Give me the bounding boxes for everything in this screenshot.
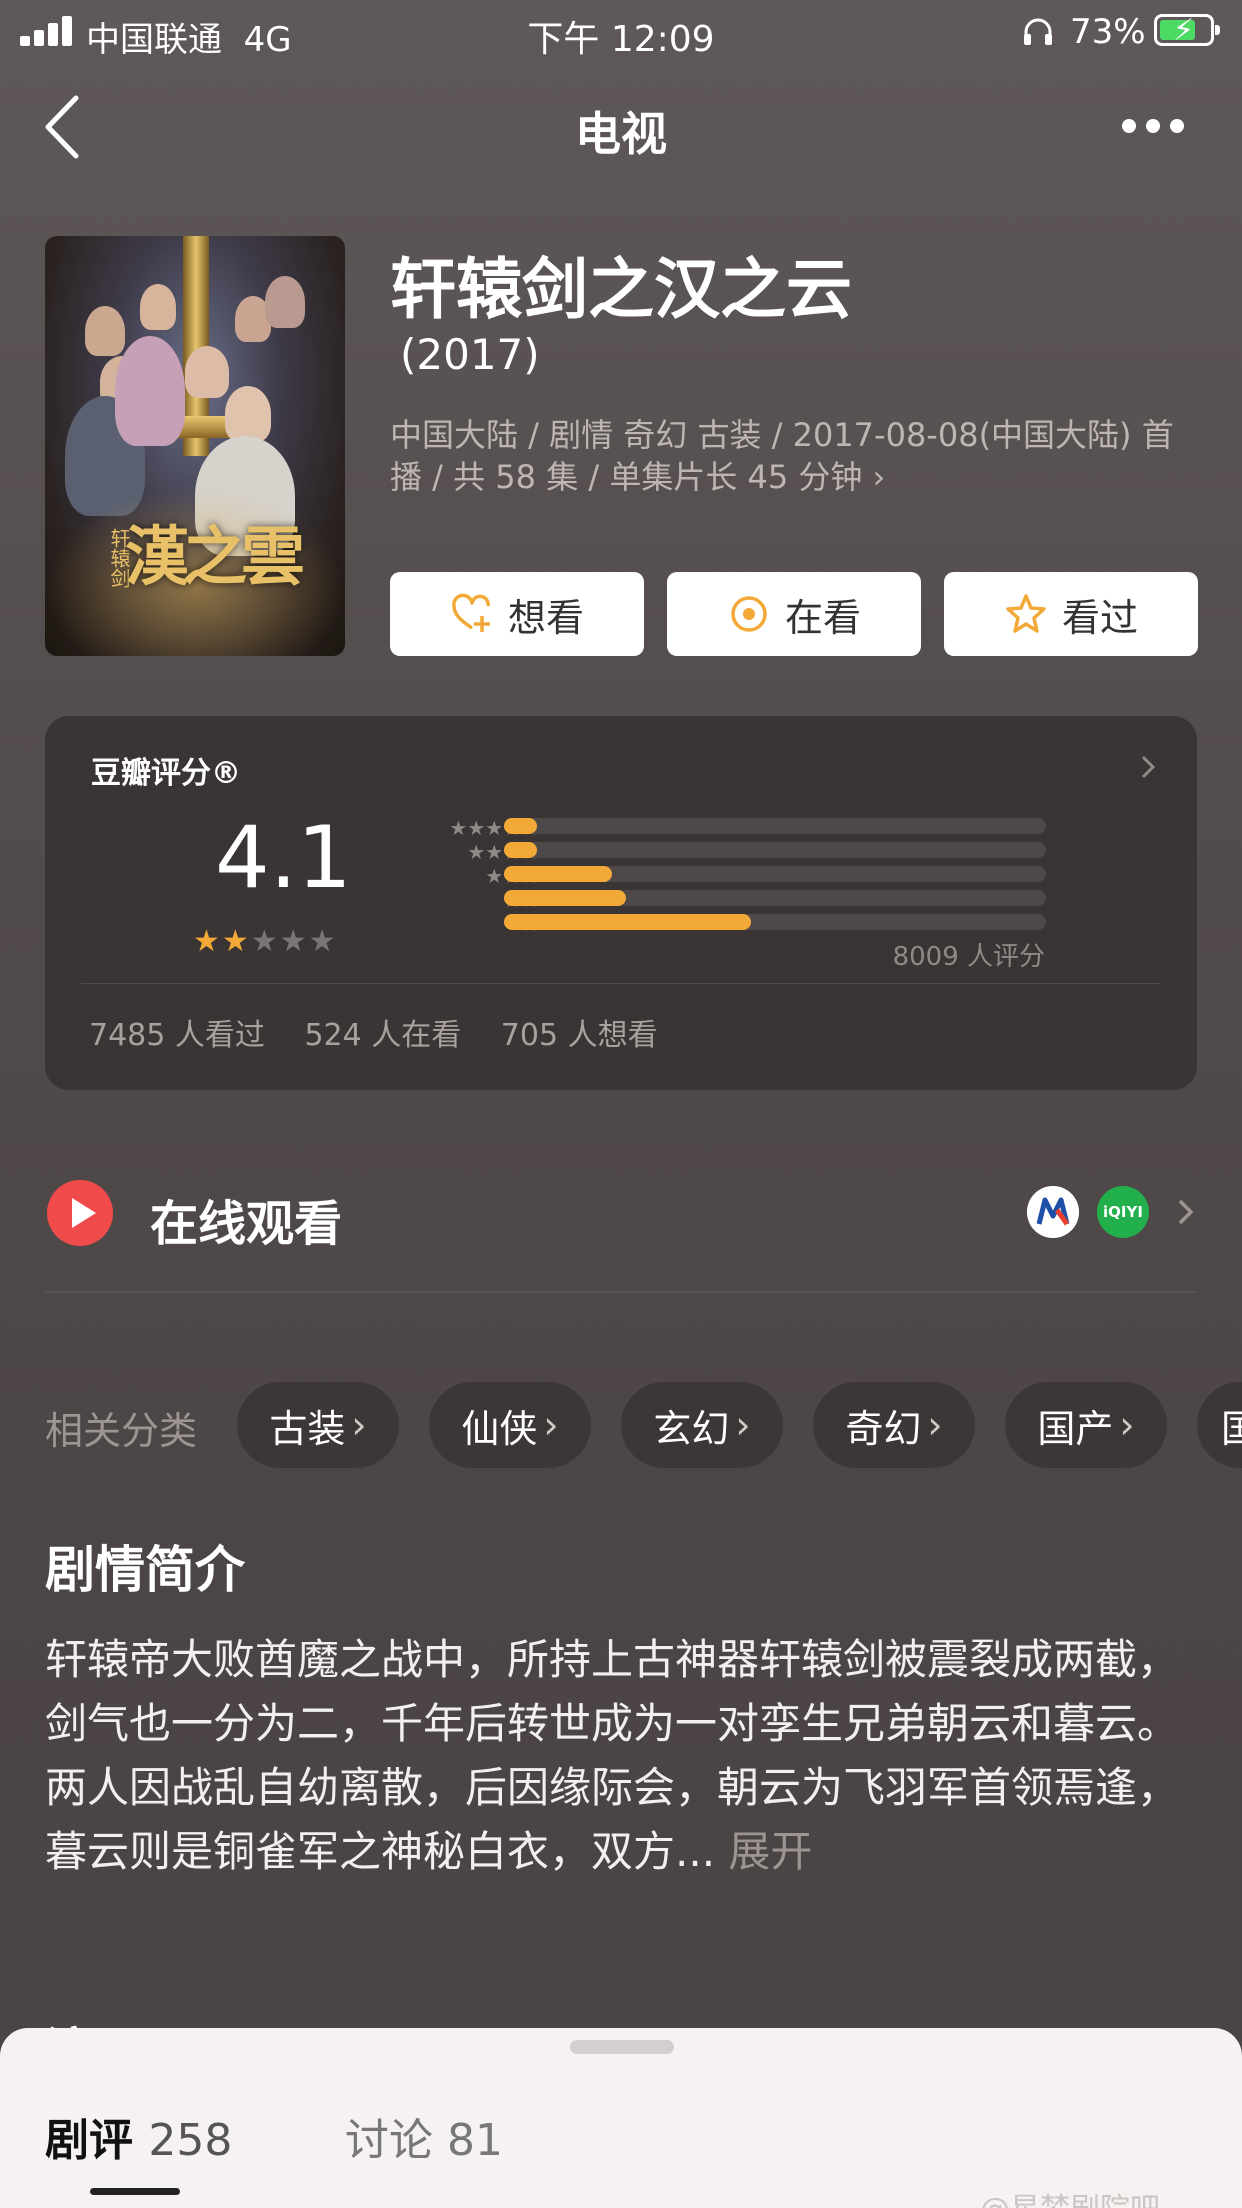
category-chip-qihuan[interactable]: 奇幻 › — [813, 1382, 975, 1468]
watching-button[interactable]: 在看 — [667, 572, 921, 656]
watched-button[interactable]: 看过 — [944, 572, 1198, 656]
dist-bar-1 — [504, 914, 1046, 930]
watched-label: 看过 — [1061, 595, 1138, 640]
dist-bar-5 — [504, 818, 1046, 834]
show-title: 轩辕剑之汉之云 — [390, 251, 852, 328]
show-year: (2017) — [400, 330, 540, 379]
headphone-icon — [1024, 18, 1052, 45]
play-icon — [47, 1180, 113, 1246]
battery-icon: ⚡ — [1154, 13, 1220, 48]
category-chip-guzhuang[interactable]: 古装 › — [237, 1382, 399, 1468]
watched-count: 7485 人看过 — [89, 1018, 265, 1053]
rating-title: 豆瓣评分® — [91, 756, 241, 791]
want-button[interactable]: 想看 — [390, 572, 644, 656]
category-chip-partial[interactable]: 国 — [1197, 1382, 1242, 1468]
poster-image[interactable]: 轩辕剑 漢之雲 — [45, 236, 345, 656]
tab-reviews[interactable]: 剧评 258 — [45, 2104, 232, 2168]
star-filled-icon: ★ — [193, 924, 222, 959]
star-icon — [1006, 594, 1046, 633]
categories-label: 相关分类 — [45, 1409, 198, 1453]
sheet-drag-handle[interactable] — [570, 2040, 674, 2054]
want-label: 想看 — [507, 595, 584, 640]
page-title: 电视 — [575, 107, 667, 161]
chevron-right-icon — [1141, 755, 1156, 779]
watching-icon — [731, 596, 767, 632]
dist-bar-3 — [504, 866, 1046, 882]
expand-link[interactable]: 展开 — [728, 1827, 812, 1876]
watermark: @星梦剧院吧 — [980, 2184, 1160, 2208]
bottom-sheet[interactable]: 剧评 258 讨论 81 @星梦剧院吧 — [0, 2028, 1242, 2208]
rating-count: 8009 人评分 — [892, 942, 1045, 972]
poster-title: 漢之雲 — [125, 520, 305, 595]
rating-card[interactable]: 豆瓣评分® 4.1 ★★★★★ ★★★★★ ★★★★ ★★★ ★★ ★ 8009… — [45, 716, 1197, 1090]
status-time: 下午 12:09 — [527, 19, 715, 60]
mgtv-icon[interactable] — [1027, 1186, 1079, 1238]
tab-underline — [90, 2188, 180, 2195]
rating-stars: ★★★★★ — [193, 924, 338, 959]
want-count: 705 人想看 — [500, 1018, 658, 1053]
status-bar: 中国联通 4G 下午 12:09 73% ⚡ — [0, 0, 1242, 60]
more-icon[interactable] — [1118, 112, 1188, 142]
synopsis-title: 剧情简介 — [45, 1541, 245, 1599]
star-empty-icon: ★ — [250, 924, 280, 959]
category-chip-guochan[interactable]: 国产 › — [1005, 1382, 1167, 1468]
section-divider — [45, 1291, 1197, 1293]
category-chip-xianxia[interactable]: 仙侠 › — [429, 1382, 591, 1468]
synopsis-text: 轩辕帝大败酋魔之战中，所持上古神器轩辕剑被震裂成两截，剑气也一分为二，千年后转世… — [45, 1635, 1180, 1876]
heart-plus-icon — [452, 593, 490, 632]
dist-bar-2 — [504, 890, 1046, 906]
rating-divider — [81, 983, 1161, 984]
battery-percent: 73% — [1070, 12, 1146, 52]
online-watch-label: 在线观看 — [150, 1196, 343, 1252]
category-chip-xuanhuan[interactable]: 玄幻 › — [621, 1382, 783, 1468]
star-filled-icon: ★ — [221, 924, 251, 959]
show-meta[interactable]: 中国大陆 / 剧情 奇幻 古装 / 2017-08-08(中国大陆) 首播 / … — [390, 414, 1200, 498]
watching-label: 在看 — [784, 595, 861, 640]
iqiyi-icon[interactable]: iQIYI — [1097, 1186, 1149, 1238]
rating-stats: 7485 人看过 524 人在看 705 人想看 — [89, 1010, 688, 1054]
tab-discussion[interactable]: 讨论 81 — [345, 2104, 503, 2168]
chevron-right-icon — [1178, 1199, 1194, 1225]
online-watch-row[interactable]: 在线观看 iQIYI — [45, 1160, 1197, 1290]
star-empty-icon: ★ — [279, 924, 309, 959]
dist-bar-4 — [504, 842, 1046, 858]
watching-count: 524 人在看 — [304, 1018, 462, 1053]
